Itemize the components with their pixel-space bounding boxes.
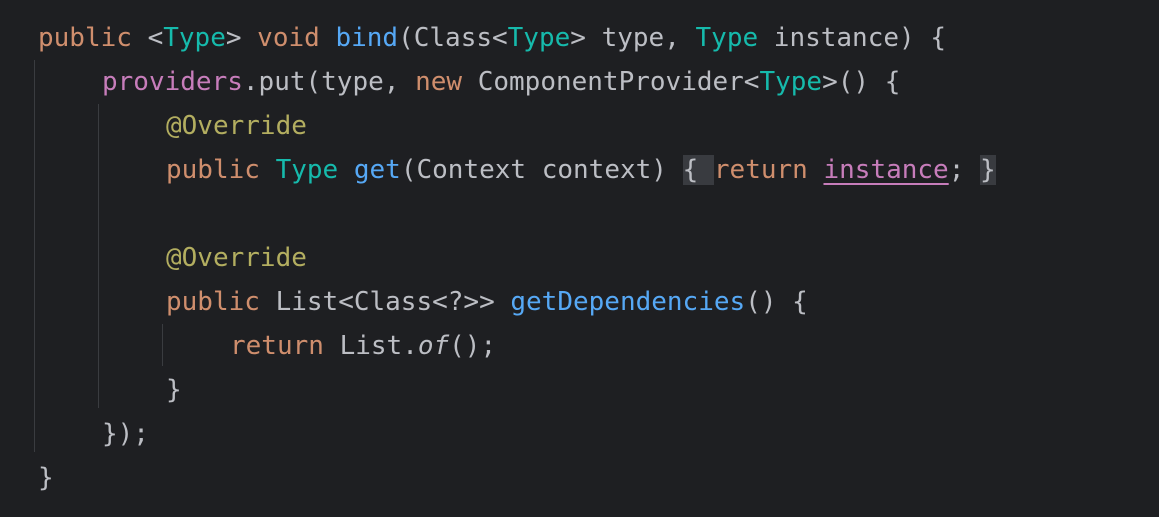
code-token: return xyxy=(230,331,324,361)
code-token: void xyxy=(257,23,320,53)
code-token: } xyxy=(166,375,182,405)
code-line[interactable]: providers.put(type, new ComponentProvide… xyxy=(102,60,900,104)
code-token: }); xyxy=(102,419,149,449)
code-line[interactable]: @Override xyxy=(166,104,307,148)
code-token: return xyxy=(713,155,808,185)
code-token: instance xyxy=(823,155,949,185)
code-token: () { xyxy=(745,287,808,317)
code-token: .put(type, xyxy=(242,67,416,97)
code-token: getDependencies xyxy=(510,287,746,317)
code-token: List. xyxy=(323,331,418,361)
code-token: instance) { xyxy=(758,23,946,53)
code-line[interactable]: return List.of(); xyxy=(230,324,496,368)
code-token: public xyxy=(38,23,132,53)
code-line[interactable]: public Type get(Context context) { retur… xyxy=(166,148,996,192)
code-token: } xyxy=(980,155,996,185)
code-token: > xyxy=(225,23,258,53)
code-token: new xyxy=(415,67,463,97)
code-token: } xyxy=(38,463,54,493)
code-token: bind xyxy=(335,23,399,53)
code-editor[interactable]: public <Type> void bind(Class<Type> type… xyxy=(0,0,1159,517)
code-token: public xyxy=(166,287,260,317)
code-token: < xyxy=(131,23,164,53)
code-token: (); xyxy=(449,331,497,361)
code-token: Type xyxy=(695,23,759,53)
code-token: get xyxy=(353,155,401,185)
code-token: { xyxy=(682,155,714,185)
indent-guide xyxy=(34,60,35,452)
code-line[interactable]: }); xyxy=(102,412,149,456)
code-line[interactable]: public <Type> void bind(Class<Type> type… xyxy=(38,16,946,60)
code-token: Type xyxy=(507,23,571,53)
code-token: List<Class<?>> xyxy=(259,287,511,317)
code-token: >() { xyxy=(822,67,901,97)
code-token: @Override xyxy=(166,243,307,273)
indent-guide xyxy=(98,104,99,408)
indent-guide xyxy=(162,324,163,366)
code-token: ComponentProvider< xyxy=(462,67,760,97)
code-token: of xyxy=(417,331,450,361)
code-line[interactable]: public List<Class<?>> getDependencies() … xyxy=(166,280,808,324)
code-token: (Class< xyxy=(398,23,508,53)
code-token: (Context context) xyxy=(400,155,683,185)
code-token: @Override xyxy=(166,111,307,141)
code-line[interactable]: } xyxy=(38,456,54,500)
code-token: ; xyxy=(948,155,981,185)
code-token: public xyxy=(166,155,260,185)
code-line[interactable]: @Override xyxy=(166,236,307,280)
code-token: Type xyxy=(275,155,339,185)
code-token: Type xyxy=(163,23,226,53)
code-token: providers xyxy=(102,67,243,97)
code-line[interactable]: } xyxy=(166,368,182,412)
code-token: Type xyxy=(759,67,823,97)
code-token: > type, xyxy=(570,23,696,53)
